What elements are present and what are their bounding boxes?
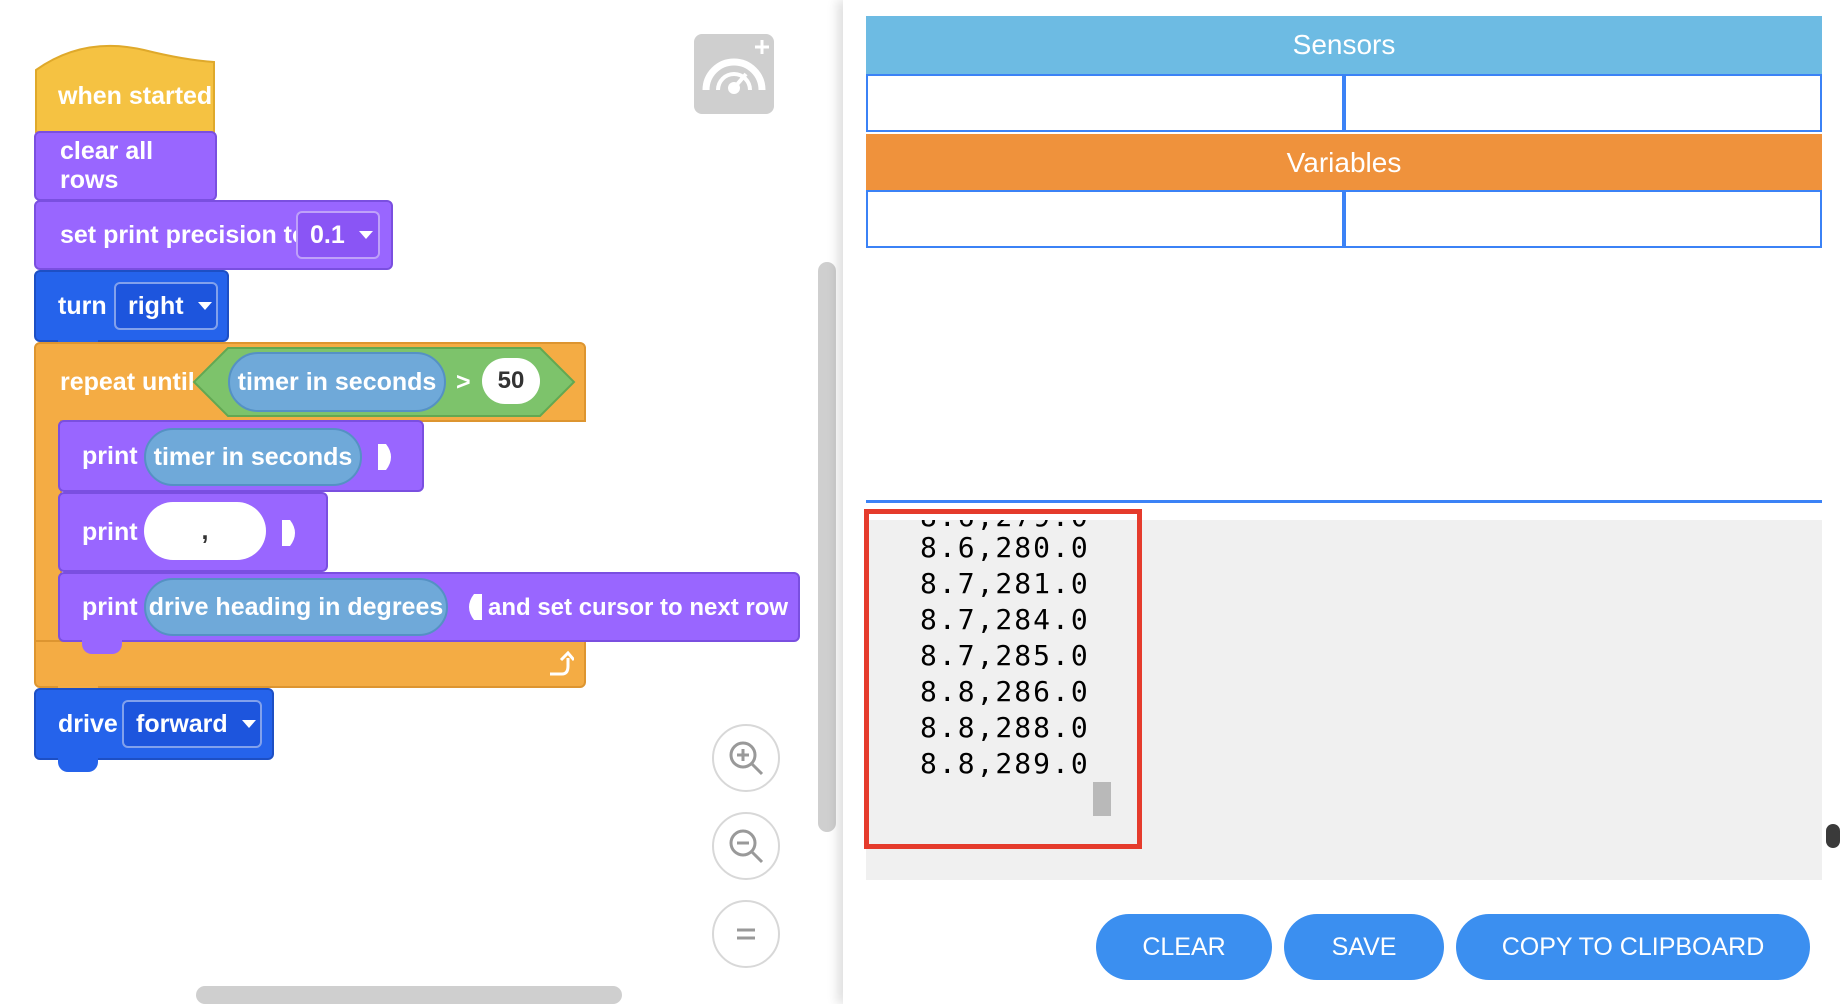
- clear-button[interactable]: CLEAR: [1096, 914, 1272, 980]
- block-workspace[interactable]: when started clear all rows set print pr…: [0, 0, 843, 1004]
- repeat-until-label: repeat until: [60, 367, 195, 396]
- print-label: print: [82, 441, 138, 470]
- horizontal-scrollbar[interactable]: [196, 986, 622, 1004]
- timer-in-seconds-label: timer in seconds: [237, 367, 437, 396]
- drive-heading-reporter[interactable]: drive heading in degrees: [144, 578, 448, 636]
- chevron-down-icon: [241, 720, 256, 728]
- save-button[interactable]: SAVE: [1284, 914, 1444, 980]
- variables-cell-left: [866, 190, 1344, 248]
- variables-header: Variables: [866, 134, 1822, 192]
- compare-value-input[interactable]: 50: [482, 358, 540, 404]
- when-started-label[interactable]: when started: [58, 82, 212, 111]
- zoom-out-icon: [729, 829, 764, 864]
- turn-direction-dropdown[interactable]: right: [114, 282, 218, 330]
- sensors-cell-left: [866, 74, 1344, 132]
- console-divider: [866, 500, 1822, 503]
- zoom-in-button[interactable]: [712, 724, 780, 792]
- block-notch: [82, 640, 122, 654]
- zoom-out-button[interactable]: [712, 812, 780, 880]
- precision-value: 0.1: [310, 220, 345, 249]
- dashboard-button[interactable]: [694, 34, 774, 114]
- print-next-arrow-icon: [282, 520, 295, 546]
- sensors-cell-right: [1344, 74, 1822, 132]
- sensors-header: Sensors: [866, 16, 1822, 74]
- timer-in-seconds-reporter[interactable]: timer in seconds: [228, 352, 446, 412]
- drive-direction-dropdown[interactable]: forward: [122, 700, 262, 748]
- copy-to-clipboard-button[interactable]: COPY TO CLIPBOARD: [1456, 914, 1810, 980]
- compare-value: 50: [497, 367, 525, 394]
- print-string-value: ,: [201, 516, 209, 545]
- drive-direction-value: forward: [136, 709, 228, 738]
- drive-label: drive: [58, 709, 118, 738]
- clear-all-rows-label: clear all rows: [60, 137, 154, 194]
- print-previous-arrow-icon: [469, 594, 482, 620]
- loop-arrow-icon: [550, 650, 574, 676]
- turn-direction-value: right: [128, 291, 184, 320]
- chevron-down-icon: [197, 302, 212, 310]
- highlight-box: [864, 509, 1142, 849]
- sensors-title: Sensors: [1292, 29, 1396, 60]
- clear-all-rows-block[interactable]: clear all rows: [34, 131, 217, 201]
- variables-title: Variables: [1286, 147, 1402, 178]
- dashboard-add-icon: [702, 40, 769, 94]
- vertical-scrollbar[interactable]: [818, 262, 836, 832]
- variables-cell-right: [1344, 190, 1822, 248]
- chevron-down-icon: [358, 231, 373, 239]
- turn-label: turn: [58, 291, 107, 320]
- next-row-label: and set cursor to next row: [488, 594, 789, 621]
- drive-heading-label: drive heading in degrees: [148, 592, 444, 621]
- print-next-arrow-icon: [378, 444, 391, 470]
- reset-zoom-button[interactable]: [712, 900, 780, 968]
- reset-zoom-icon: [737, 928, 755, 940]
- set-print-precision-label: set print precision to: [60, 220, 308, 249]
- print-label: print: [82, 517, 138, 546]
- timer-in-seconds-label: timer in seconds: [153, 442, 353, 471]
- precision-dropdown[interactable]: 0.1: [296, 211, 380, 259]
- timer-in-seconds-reporter[interactable]: timer in seconds: [144, 428, 362, 486]
- print-string-input[interactable]: ,: [144, 502, 266, 560]
- zoom-in-icon: [729, 741, 764, 776]
- console-scrollbar[interactable]: [1826, 824, 1840, 848]
- greater-than-symbol: >: [456, 368, 471, 396]
- monitor-panel: Sensors Variables 8.6,279.0 8.6,280.08.7…: [843, 0, 1844, 1004]
- block-notch: [58, 758, 98, 772]
- print-label: print: [82, 592, 138, 621]
